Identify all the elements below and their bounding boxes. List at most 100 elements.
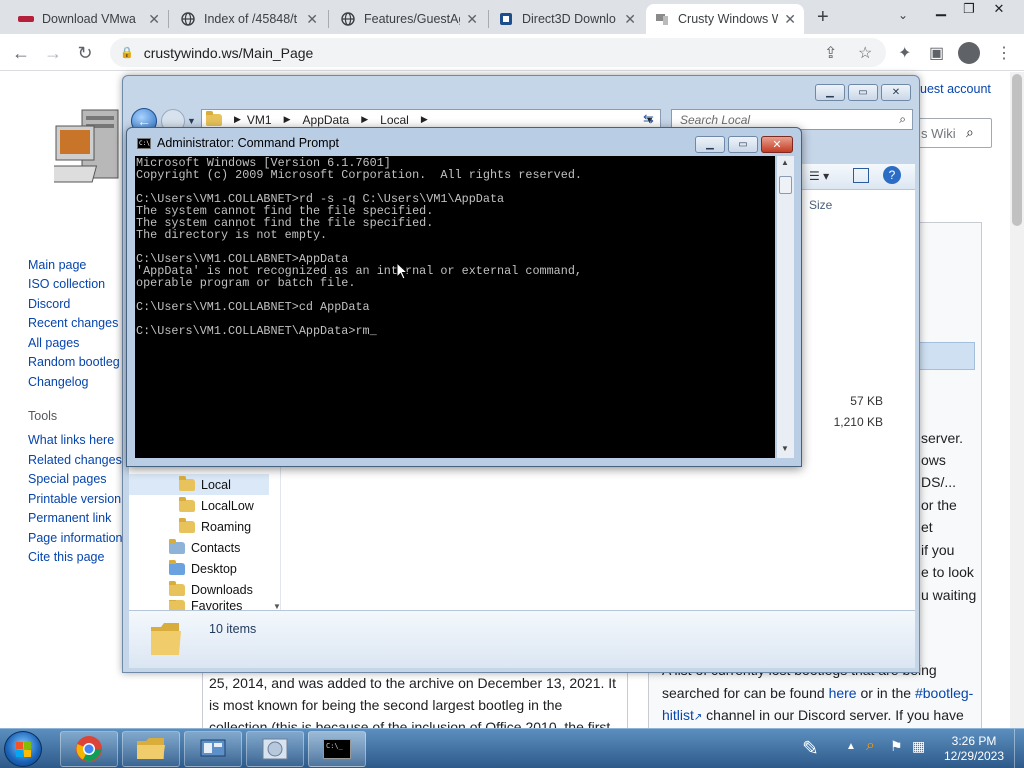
extensions-icon[interactable]: ✦ [898,43,911,63]
search-tray-icon[interactable]: ⌕ [866,737,875,755]
control-panel-taskbar-button[interactable] [184,731,242,767]
breadcrumb-vm1[interactable]: VM1 [247,113,272,127]
search-input[interactable]: s Wiki [916,118,992,148]
close-icon[interactable]: ✕ [148,11,160,28]
menu-icon[interactable]: ⋮ [996,43,1012,63]
tool-what-links-here[interactable]: What links here [28,433,114,447]
bootleg-hitlist-link[interactable]: #bootleg- [915,685,973,701]
nav-item-local[interactable]: Local [129,474,269,495]
profile-avatar[interactable] [958,42,980,64]
tab-direct3d-download[interactable]: Direct3D Downlo ✕ [490,4,644,34]
views-icon[interactable]: ☰ ▾ [809,169,829,183]
explorer-taskbar-button[interactable] [122,731,180,767]
search-icon[interactable]: ⌕ [899,112,906,127]
cmd-minimize-button[interactable]: ▁ [695,136,725,153]
cmd-close-button[interactable]: ✕ [761,136,793,153]
column-header-size[interactable]: Size [809,198,832,212]
address-bar[interactable]: 🔒 crustywindo.ws/Main_Page [110,38,886,67]
start-button[interactable] [4,731,42,767]
reload-icon[interactable]: ↻ [72,40,98,66]
tab-features-guestag[interactable]: Features/GuestAg ✕ [332,4,486,34]
chrome-taskbar-button[interactable] [60,731,118,767]
cmd-maximize-button[interactable]: ▭ [728,136,758,153]
preview-pane-icon[interactable] [853,168,869,183]
sidebar-main-page[interactable]: Main page [28,258,86,272]
hitlist-link[interactable]: hitlist [662,707,694,723]
restore-icon[interactable]: ❐ [954,0,984,18]
search-icon[interactable]: ⌕ [966,124,974,141]
refresh-icon[interactable]: ⇆ [643,111,654,127]
sidebar-recent-changes[interactable]: Recent changes [28,316,118,330]
close-icon[interactable]: ✕ [624,11,636,28]
folder-icon [179,475,195,491]
desktop-icon [169,559,185,575]
globe-icon [180,11,196,27]
page-scrollbar-thumb[interactable] [1012,74,1022,226]
star-icon[interactable]: ☆ [858,43,872,63]
nav-item-roaming[interactable]: Roaming [179,516,251,537]
explorer-details-pane: 10 items [129,610,915,668]
system-clock[interactable]: 3:26 PM 12/29/2023 [938,734,1010,764]
minimize-icon[interactable]: ▁ [926,0,956,18]
chevron-up-icon[interactable]: ▲ [846,741,856,752]
breadcrumb-appdata[interactable]: AppData [303,113,350,127]
close-icon[interactable]: ✕ [466,11,478,28]
main-paragraph-line: 25, 2014, and was added to the archive o… [209,675,617,691]
here-link[interactable]: here [829,685,857,701]
tool-permanent-link[interactable]: Permanent link [28,511,111,525]
site-logo[interactable] [41,108,124,197]
show-desktop-button[interactable] [1014,729,1024,768]
console-scrollbar[interactable]: ▲ ▼ [777,156,794,458]
text-run: searched for can be found [662,685,829,701]
explorer-minimize-button[interactable]: ▁ [815,84,845,101]
folder-icon [206,110,222,126]
explorer-maximize-button[interactable]: ▭ [848,84,878,101]
close-icon[interactable]: ✕ [784,11,796,28]
network-tray-icon[interactable]: ▦ [912,738,925,755]
browser-toolbar: ← → ↻ 🔒 crustywindo.ws/Main_Page ⇪ ☆ ✦ ▣… [0,34,1024,71]
explorer-close-button[interactable]: ✕ [881,84,911,101]
chevron-down-icon[interactable]: ▼ [187,116,196,126]
tool-printable-version[interactable]: Printable version [28,492,121,506]
forward-icon[interactable]: → [40,40,66,66]
tab-index-of[interactable]: Index of /45848/t ✕ [172,4,326,34]
sidebar-discord[interactable]: Discord [28,297,70,311]
lock-icon: 🔒 [120,47,134,59]
tab-separator [488,10,489,28]
sidebar-icon[interactable]: ▣ [929,43,944,63]
console-area[interactable]: Microsoft Windows [Version 6.1.7601] Copy… [135,156,775,458]
tab-crusty-windows[interactable]: Crusty Windows W ✕ [646,4,804,34]
tool-related-changes[interactable]: Related changes [28,453,122,467]
scroll-down-icon[interactable]: ▼ [781,444,789,453]
flag-icon[interactable]: ⚑ [890,738,903,755]
network-icon [200,739,226,757]
sidebar-iso-collection[interactable]: ISO collection [28,277,105,291]
sidebar-changelog[interactable]: Changelog [28,375,88,389]
help-icon[interactable]: ? [883,166,901,184]
nav-item-downloads[interactable]: Downloads [169,579,253,600]
tool-page-information[interactable]: Page information [28,531,123,545]
scrollbar-thumb[interactable] [779,176,792,194]
tab-download-vmware[interactable]: Download VMwa ✕ [10,4,168,34]
command-prompt-window[interactable]: C:\ Administrator: Command Prompt ▁ ▭ ✕ … [126,127,802,467]
close-window-icon[interactable]: ✕ [984,0,1014,18]
cmd-taskbar-button[interactable]: C:\_ [308,731,366,767]
nav-item-contacts[interactable]: Contacts [169,537,240,558]
tab-separator [328,10,329,28]
nav-item-locallow[interactable]: LocalLow [179,495,254,516]
breadcrumb-local[interactable]: Local [380,113,409,127]
scroll-up-icon[interactable]: ▲ [781,158,789,167]
close-icon[interactable]: ✕ [306,11,318,28]
share-icon[interactable]: ⇪ [824,43,837,63]
guest-account-link[interactable]: uest account [920,82,991,96]
back-icon[interactable]: ← [8,40,34,66]
tool-cite-this-page[interactable]: Cite this page [28,550,104,564]
new-tab-icon[interactable]: + [817,6,829,29]
chevron-down-icon[interactable]: ⌄ [898,8,908,22]
media-taskbar-button[interactable] [246,731,304,767]
sidebar-random-bootleg[interactable]: Random bootleg [28,355,120,369]
nav-item-desktop[interactable]: Desktop [169,558,237,579]
tool-special-pages[interactable]: Special pages [28,472,107,486]
sidebar-all-pages[interactable]: All pages [28,336,79,350]
pen-icon[interactable]: ✎ [802,736,819,761]
